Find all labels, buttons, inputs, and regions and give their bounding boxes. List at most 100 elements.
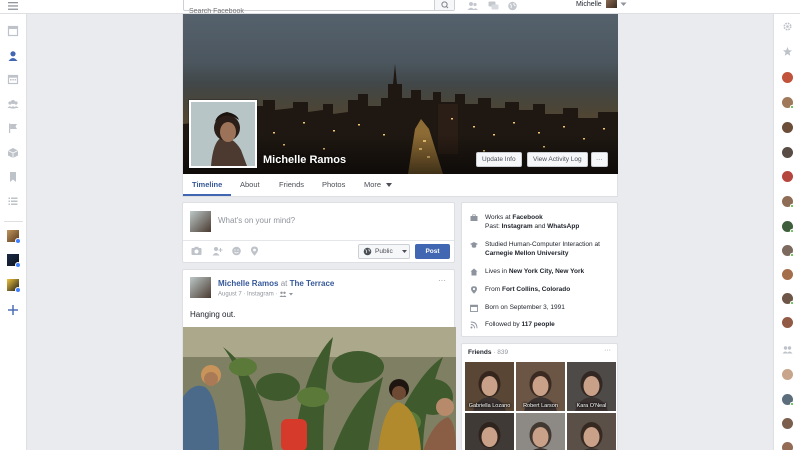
profile-name[interactable]: Michelle Ramos [263, 154, 346, 166]
app-shortcut-1[interactable] [7, 230, 21, 244]
chat-contact-avatar[interactable] [782, 245, 794, 257]
app-shortcut-3[interactable] [7, 279, 21, 293]
post-date-source[interactable]: August 7 · Instagram · [218, 292, 279, 298]
chat-contact-avatar[interactable] [782, 418, 793, 429]
chat-contact-avatar[interactable] [782, 317, 793, 328]
friends-title[interactable]: Friends [468, 349, 491, 356]
chevron-down-icon[interactable] [386, 183, 392, 187]
star-icon[interactable] [782, 46, 793, 57]
gear-icon[interactable] [782, 21, 793, 32]
post-header: Michelle Ramos at The Terrace [218, 279, 334, 288]
news-feed-icon[interactable] [7, 25, 19, 37]
groups-icon[interactable] [7, 98, 19, 110]
friend-tile[interactable]: Robert Larson [516, 362, 565, 411]
friend-tile[interactable]: Kara O'Neal [567, 362, 616, 411]
employer-link[interactable]: Facebook [512, 214, 542, 221]
chat-contact-avatar[interactable] [782, 269, 793, 280]
avatar[interactable] [190, 277, 211, 298]
friends-heading[interactable]: Friends · 839 [468, 349, 508, 356]
more-options-button[interactable]: ··· [591, 152, 608, 167]
past-employer-link-2[interactable]: WhatsApp [547, 223, 579, 230]
notification-dot [15, 262, 21, 268]
user-name-link[interactable]: Michelle [576, 0, 602, 9]
briefcase-icon [470, 214, 478, 221]
chat-contact-avatar[interactable] [782, 394, 794, 406]
chat-contact-avatar[interactable] [782, 369, 793, 380]
chevron-down-icon[interactable] [620, 2, 627, 7]
list-icon[interactable] [7, 195, 19, 207]
composer-input[interactable]: What's on your mind? [218, 216, 295, 225]
chat-contact-avatar[interactable] [782, 72, 793, 83]
friend-name[interactable]: Gabriella Lozano [465, 403, 514, 409]
location-pin-icon [471, 286, 477, 294]
chat-contact-avatar[interactable] [782, 442, 793, 450]
online-indicator [790, 105, 794, 109]
tag-friends-icon[interactable] [212, 246, 223, 256]
search-bar [183, 0, 455, 17]
past-employer-link-1[interactable]: Instagram [502, 223, 533, 230]
tab-more[interactable]: More [364, 180, 381, 189]
app-shortcut-2[interactable] [7, 254, 21, 268]
chat-contact-avatar[interactable] [782, 293, 794, 305]
profile-picture[interactable] [189, 100, 257, 168]
saved-bookmark-icon[interactable] [7, 171, 19, 183]
chat-contact-avatar[interactable] [782, 97, 794, 109]
privacy-selector[interactable]: Public [358, 244, 410, 259]
chat-contact-avatar[interactable] [782, 221, 794, 233]
chat-contact-avatar[interactable] [782, 147, 793, 158]
location-pin-icon[interactable] [249, 246, 260, 256]
post-composer: What's on your mind? Public Post [182, 202, 455, 263]
feeling-emoji-icon[interactable] [231, 246, 242, 256]
globe-notifications-icon[interactable] [507, 1, 518, 11]
friends-options-menu[interactable]: ··· [604, 347, 611, 354]
chat-contact-avatar[interactable] [782, 171, 793, 182]
avatar [190, 211, 211, 232]
post-options-menu[interactable]: ··· [438, 276, 446, 285]
friends-card: Friends · 839 ··· Gabriella Lozano Robert… [461, 343, 618, 450]
friend-tile[interactable] [516, 413, 565, 450]
pages-flag-icon[interactable] [7, 122, 19, 134]
divider [183, 240, 454, 241]
events-icon[interactable] [7, 73, 19, 85]
group-chat-icon[interactable] [782, 344, 793, 355]
post-place-link[interactable]: The Terrace [290, 279, 335, 288]
profile-header: Michelle Ramos Update Info View Activity… [182, 14, 618, 197]
add-plus-icon[interactable] [7, 304, 19, 316]
friend-photo [516, 413, 565, 450]
tab-timeline[interactable]: Timeline [192, 180, 222, 189]
online-indicator [790, 402, 794, 406]
current-city-link[interactable]: New York City, New York [509, 268, 584, 275]
home-icon [470, 268, 478, 276]
chat-contact-avatar[interactable] [782, 196, 794, 208]
user-avatar[interactable] [606, 0, 617, 8]
tab-photos[interactable]: Photos [322, 180, 345, 189]
post-author-link[interactable]: Michelle Ramos [218, 279, 278, 288]
followers-link[interactable]: 117 people [522, 321, 555, 328]
post-photo[interactable] [183, 327, 456, 450]
update-info-button[interactable]: Update Info [476, 152, 522, 167]
friend-name[interactable]: Robert Larson [516, 403, 565, 409]
marketplace-box-icon[interactable] [7, 147, 19, 159]
search-button[interactable] [434, 0, 454, 10]
friends-audience-icon[interactable] [279, 291, 294, 297]
right-rail-chat [773, 14, 800, 450]
menu-icon[interactable] [6, 1, 20, 11]
messages-icon[interactable] [488, 1, 499, 11]
school-link[interactable]: Carnegie Mellon University [485, 250, 568, 257]
friend-tile[interactable]: Gabriella Lozano [465, 362, 514, 411]
notification-dot [15, 238, 21, 244]
view-activity-log-button[interactable]: View Activity Log [527, 152, 588, 167]
friend-tile[interactable]: Caroline Clark [567, 413, 616, 450]
hometown-link[interactable]: Fort Collins, Colorado [502, 286, 570, 293]
friend-requests-icon[interactable] [467, 1, 478, 11]
camera-icon[interactable] [191, 246, 202, 256]
post-button[interactable]: Post [415, 244, 450, 259]
profile-icon[interactable] [7, 50, 19, 62]
group-photo-image [183, 327, 456, 450]
friend-name[interactable]: Kara O'Neal [567, 403, 616, 409]
rss-feed-icon [470, 321, 478, 329]
tab-about[interactable]: About [240, 180, 260, 189]
tab-friends[interactable]: Friends [279, 180, 304, 189]
chat-contact-avatar[interactable] [782, 122, 793, 133]
friend-tile[interactable] [465, 413, 514, 450]
